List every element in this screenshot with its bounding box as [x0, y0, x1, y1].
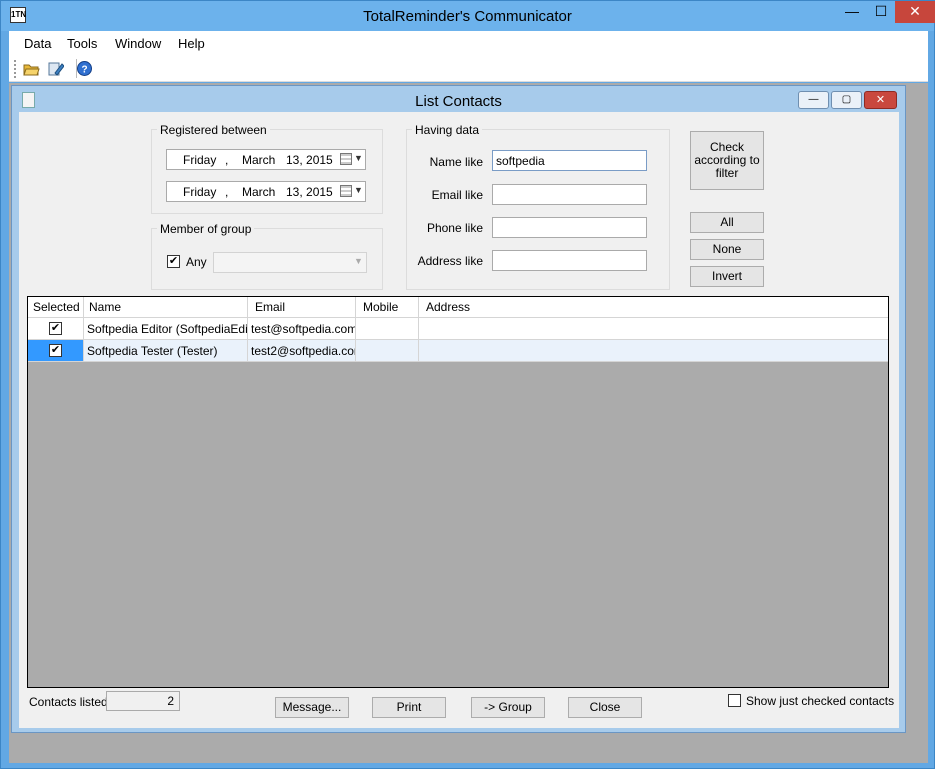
menu-bar: Data Tools Window Help — [9, 31, 928, 55]
row-email-cell[interactable]: test@softpedia.com — [248, 318, 356, 340]
calendar-icon[interactable] — [340, 185, 352, 197]
row-selected-cell[interactable]: ✔ — [28, 318, 84, 340]
minimize-button[interactable]: — — [838, 1, 866, 23]
help-icon[interactable]: ? — [76, 60, 93, 77]
child-close-button[interactable]: ✕ — [864, 91, 897, 109]
any-group-label: Any — [186, 255, 207, 269]
close-list-button[interactable]: Close — [568, 697, 642, 718]
chevron-down-icon: ▼ — [354, 256, 363, 266]
having-data-label: Having data — [412, 123, 483, 137]
row-mobile-cell[interactable] — [356, 318, 419, 340]
row-name-cell[interactable]: Softpedia Tester (Tester) — [84, 340, 248, 362]
group-button[interactable]: -> Group — [471, 697, 545, 718]
print-button[interactable]: Print — [372, 697, 446, 718]
menu-help[interactable]: Help — [178, 36, 205, 51]
date-from-sep: , — [225, 153, 229, 167]
maximize-button[interactable]: ☐ — [867, 1, 895, 23]
row-selected-checkbox[interactable]: ✔ — [49, 322, 62, 335]
toolbar: ? — [9, 55, 928, 82]
column-header-name[interactable]: Name — [84, 297, 248, 318]
name-like-label: Name like — [429, 155, 483, 169]
column-header-selected[interactable]: Selected — [28, 297, 84, 318]
table-row[interactable]: ✔ Softpedia Tester (Tester) test2@softpe… — [28, 340, 888, 362]
row-address-cell[interactable] — [419, 318, 888, 340]
invert-selection-button[interactable]: Invert — [690, 266, 764, 287]
column-header-address[interactable]: Address — [419, 297, 888, 318]
grid-header: Selected Name Email Mobile Address — [28, 297, 888, 318]
row-address-cell[interactable] — [419, 340, 888, 362]
close-button[interactable]: ✕ — [895, 1, 935, 23]
chevron-down-icon[interactable]: ▼ — [354, 153, 363, 163]
date-from-dayyear: 13, 2015 — [286, 153, 333, 167]
registered-between-label: Registered between — [157, 123, 270, 137]
date-from-picker[interactable]: Friday , March 13, 2015 ▼ — [166, 149, 366, 170]
row-name-cell[interactable]: Softpedia Editor (SoftpediaEditor) — [84, 318, 248, 340]
chevron-down-icon[interactable]: ▼ — [354, 185, 363, 195]
calendar-icon[interactable] — [340, 153, 352, 165]
date-to-sep: , — [225, 185, 229, 199]
date-to-picker[interactable]: Friday , March 13, 2015 ▼ — [166, 181, 366, 202]
date-to-dayyear: 13, 2015 — [286, 185, 333, 199]
select-all-button[interactable]: All — [690, 212, 764, 233]
menu-tools[interactable]: Tools — [67, 36, 97, 51]
title-bar[interactable]: 1TN TotalReminder's Communicator — ☐ ✕ — [1, 1, 935, 31]
row-selected-cell[interactable]: ✔ — [28, 340, 84, 362]
row-selected-checkbox[interactable]: ✔ — [49, 344, 62, 357]
menu-window[interactable]: Window — [115, 36, 161, 51]
column-header-mobile[interactable]: Mobile — [356, 297, 419, 318]
date-from-weekday: Friday — [183, 153, 217, 167]
date-to-month: March — [242, 185, 276, 199]
contacts-grid: Selected Name Email Mobile Address ✔ Sof… — [27, 296, 889, 688]
child-minimize-button[interactable]: — — [798, 91, 829, 109]
select-none-button[interactable]: None — [690, 239, 764, 260]
name-like-input[interactable]: softpedia — [492, 150, 647, 171]
any-group-checkbox[interactable]: ✔ — [167, 255, 180, 268]
member-of-group-label: Member of group — [157, 222, 255, 236]
address-like-label: Address like — [417, 254, 483, 268]
toolbar-grip[interactable] — [14, 60, 16, 78]
row-mobile-cell[interactable] — [356, 340, 419, 362]
group-select[interactable]: ▼ — [213, 252, 367, 273]
date-from-month: March — [242, 153, 276, 167]
table-row[interactable]: ✔ Softpedia Editor (SoftpediaEditor) tes… — [28, 318, 888, 340]
phone-like-label: Phone like — [426, 221, 483, 235]
date-to-weekday: Friday — [183, 185, 217, 199]
email-like-input[interactable] — [492, 184, 647, 205]
row-email-cell[interactable]: test2@softpedia.com — [248, 340, 356, 362]
svg-text:?: ? — [81, 65, 87, 76]
child-maximize-button[interactable]: ▢ — [831, 91, 862, 109]
edit-icon[interactable] — [47, 60, 65, 77]
contacts-listed-label: Contacts listed — [29, 695, 108, 709]
phone-like-input[interactable] — [492, 217, 647, 238]
check-according-filter-button[interactable]: Check according to filter — [690, 131, 764, 190]
contacts-listed-value: 2 — [106, 691, 180, 711]
open-folder-icon[interactable] — [23, 60, 40, 77]
menu-data[interactable]: Data — [24, 36, 51, 51]
show-checked-label: Show just checked contacts — [746, 694, 895, 708]
child-window-title: List Contacts — [415, 93, 502, 110]
email-like-label: Email like — [431, 188, 483, 202]
window-title: TotalReminder's Communicator — [363, 8, 572, 25]
message-button[interactable]: Message... — [275, 697, 349, 718]
address-like-input[interactable] — [492, 250, 647, 271]
column-header-email[interactable]: Email — [248, 297, 356, 318]
show-checked-checkbox[interactable] — [728, 694, 741, 707]
